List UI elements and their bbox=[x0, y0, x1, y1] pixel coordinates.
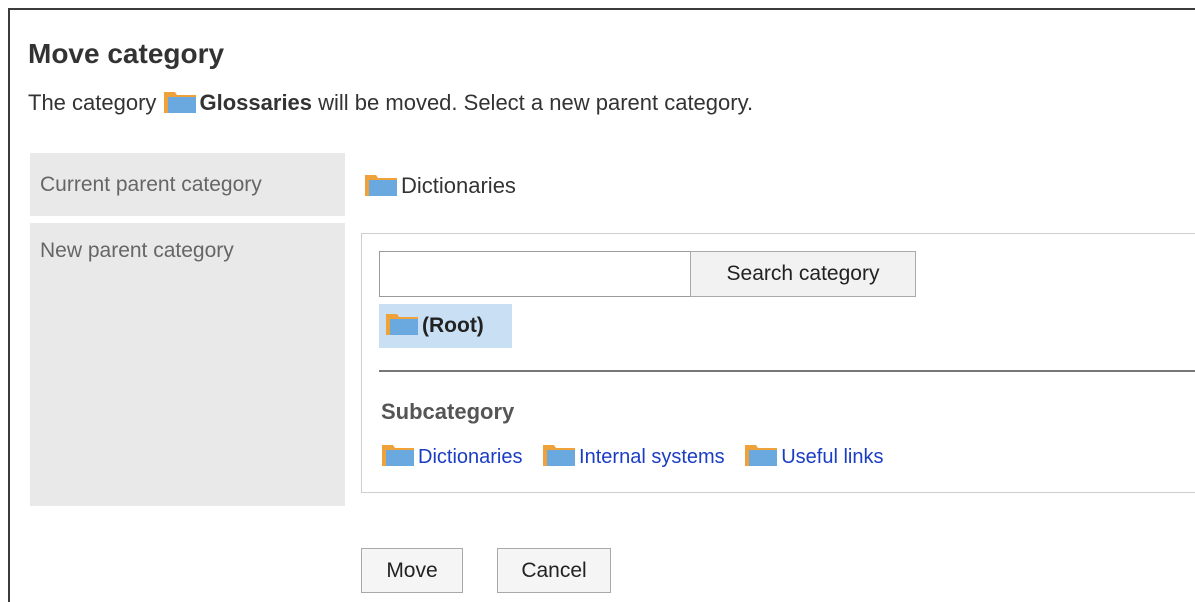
subcategory-link-internal-systems[interactable]: Internal systems bbox=[579, 446, 725, 468]
folder-icon bbox=[381, 441, 415, 476]
subcategory-link-useful-links[interactable]: Useful links bbox=[781, 446, 883, 468]
subcategory-link-dictionaries[interactable]: Dictionaries bbox=[418, 446, 522, 468]
subcategory-list: Dictionaries Internal systems Useful lin… bbox=[381, 441, 897, 476]
folder-icon bbox=[385, 308, 419, 352]
divider bbox=[379, 370, 1195, 372]
selected-category-label: (Root) bbox=[422, 314, 484, 337]
move-button[interactable]: Move bbox=[361, 548, 463, 593]
folder-icon bbox=[364, 171, 398, 206]
moved-category-name: Glossaries bbox=[199, 90, 313, 115]
folder-icon bbox=[542, 441, 576, 476]
current-parent-name: Dictionaries bbox=[401, 173, 516, 198]
description-prefix: The category bbox=[28, 90, 163, 115]
page-title: Move category bbox=[28, 38, 225, 69]
category-search-input[interactable] bbox=[379, 251, 691, 297]
description-suffix: will be moved. Select a new parent categ… bbox=[312, 90, 754, 115]
subcategory-heading: Subcategory bbox=[381, 399, 515, 424]
description: The category Glossaries will be moved. S… bbox=[28, 87, 753, 123]
folder-icon bbox=[744, 441, 778, 476]
cancel-button[interactable]: Cancel bbox=[497, 548, 611, 593]
selected-root-category[interactable]: (Root) bbox=[379, 304, 512, 348]
current-parent-value: Dictionaries bbox=[364, 170, 516, 206]
new-parent-label: New parent category bbox=[30, 223, 345, 506]
folder-icon bbox=[163, 88, 197, 123]
current-parent-label: Current parent category bbox=[30, 153, 345, 216]
search-category-button[interactable]: Search category bbox=[690, 251, 916, 297]
